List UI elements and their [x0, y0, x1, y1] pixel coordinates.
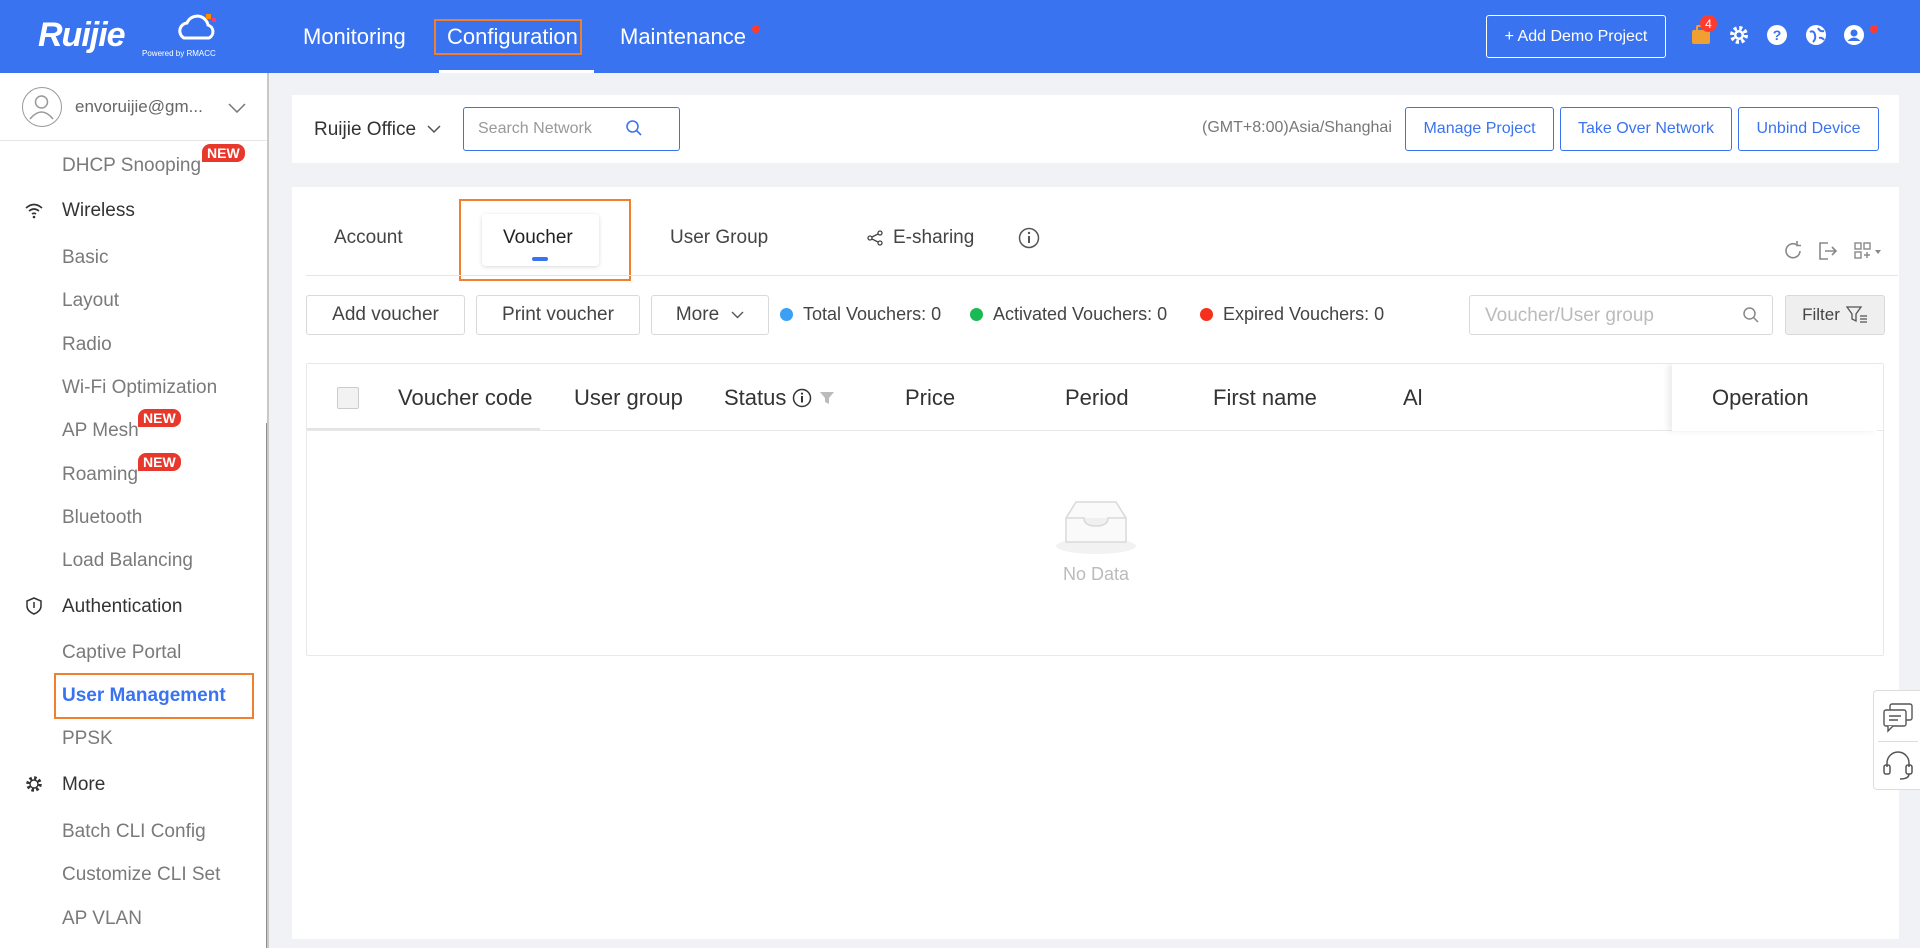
sidebar-group-more[interactable]: More	[62, 774, 105, 796]
timezone-label: (GMT+8:00)Asia/Shanghai	[1202, 119, 1392, 136]
sidebar-item-ap-mesh[interactable]: AP Mesh	[62, 420, 139, 442]
print-voucher-button[interactable]: Print voucher	[476, 295, 640, 335]
sidebar-item-ap-vlan[interactable]: AP VLAN	[62, 908, 142, 930]
sidebar-item-wifi-optimization[interactable]: Wi-Fi Optimization	[62, 377, 217, 399]
tab-e-sharing[interactable]: E-sharing	[867, 227, 974, 249]
more-dropdown-button[interactable]: More	[651, 295, 769, 335]
language-globe-icon[interactable]	[1804, 23, 1828, 47]
customer-support-headset-icon[interactable]	[1882, 749, 1914, 781]
main-panel: Account Voucher User Group E-sharing Add…	[292, 187, 1899, 939]
project-selector[interactable]: Ruijie Office	[314, 119, 441, 141]
voucher-search-input[interactable]: Voucher/User group	[1469, 295, 1773, 335]
sidebar-item-radio[interactable]: Radio	[62, 334, 112, 356]
tabs-divider	[306, 275, 1898, 276]
table-header: Voucher code User group Status Price Per…	[307, 364, 1883, 431]
avatar	[22, 87, 62, 127]
refresh-icon[interactable]	[1782, 240, 1804, 262]
maintenance-alert-dot	[752, 25, 760, 33]
status-filter-icon[interactable]	[819, 390, 835, 406]
sidebar-scrollbar[interactable]	[266, 423, 267, 948]
nav-configuration[interactable]: Configuration	[439, 0, 594, 73]
sidebar-item-user-management[interactable]: User Management	[62, 685, 226, 707]
sidebar: envoruijie@gm... DHCP Snooping NEW Wirel…	[0, 73, 269, 948]
shield-icon	[26, 597, 42, 615]
sidebar-group-authentication[interactable]: Authentication	[62, 596, 182, 618]
project-bar: Ruijie Office Search Network (GMT+8:00)A…	[292, 95, 1899, 163]
activated-vouchers-stat: Activated Vouchers: 0	[970, 304, 1167, 325]
share-icon	[867, 230, 883, 246]
column-period[interactable]: Period	[1065, 385, 1129, 411]
wifi-icon	[25, 203, 43, 219]
sidebar-item-bluetooth[interactable]: Bluetooth	[62, 507, 142, 529]
column-first-name[interactable]: First name	[1213, 385, 1317, 411]
notification-badge: 4	[1700, 15, 1717, 32]
nav-maintenance[interactable]: Maintenance	[620, 0, 746, 73]
cloud-logo-icon	[178, 14, 216, 40]
help-icon[interactable]: ?	[1765, 23, 1789, 47]
sidebar-item-batch-cli-config[interactable]: Batch CLI Config	[62, 821, 206, 843]
operation-column-header: Operation	[1672, 364, 1877, 431]
ruijie-logo[interactable]: Ruijie Powered by RMACC	[38, 12, 218, 62]
tab-voucher[interactable]: Voucher	[503, 227, 573, 249]
take-over-network-button[interactable]: Take Over Network	[1560, 107, 1732, 151]
manage-project-button[interactable]: Manage Project	[1405, 107, 1554, 151]
empty-inbox-icon	[1056, 501, 1136, 554]
new-tag: NEW	[138, 453, 181, 471]
sidebar-item-load-balancing[interactable]: Load Balancing	[62, 550, 193, 572]
sidebar-item-dhcp-snooping[interactable]: DHCP Snooping	[62, 155, 201, 177]
feedback-chat-icon[interactable]	[1882, 701, 1914, 733]
export-icon[interactable]	[1816, 240, 1838, 262]
column-price[interactable]: Price	[905, 385, 955, 411]
user-account-icon[interactable]	[1842, 23, 1866, 47]
search-network-input[interactable]: Search Network	[463, 107, 680, 151]
chevron-down-icon[interactable]	[228, 103, 246, 113]
chevron-down-icon	[731, 311, 744, 319]
svg-text:?: ?	[1773, 27, 1782, 43]
settings-gear-icon[interactable]	[1727, 23, 1751, 47]
scroll-shadow	[307, 428, 540, 430]
column-user-group[interactable]: User group	[574, 385, 683, 411]
sidebar-item-roaming[interactable]: Roaming	[62, 464, 138, 486]
total-vouchers-stat: Total Vouchers: 0	[780, 304, 941, 325]
sidebar-item-layout[interactable]: Layout	[62, 290, 119, 312]
panel-divider	[1878, 741, 1918, 742]
user-account-row[interactable]: envoruijie@gm...	[0, 73, 267, 141]
chevron-down-icon	[427, 125, 441, 134]
sidebar-group-wireless[interactable]: Wireless	[62, 200, 135, 222]
sidebar-item-basic[interactable]: Basic	[62, 247, 108, 269]
top-bar: Ruijie Powered by RMACC Monitoring Confi…	[0, 0, 1920, 73]
filter-button[interactable]: Filter	[1785, 295, 1885, 335]
floating-help-panel	[1873, 690, 1920, 790]
info-icon[interactable]	[792, 388, 812, 408]
tab-account[interactable]: Account	[334, 227, 403, 249]
expired-vouchers-stat: Expired Vouchers: 0	[1200, 304, 1384, 325]
sidebar-item-customize-cli-set[interactable]: Customize CLI Set	[62, 864, 220, 886]
add-demo-project-button[interactable]: + Add Demo Project	[1486, 15, 1666, 58]
nav-monitoring[interactable]: Monitoring	[303, 0, 406, 73]
new-tag: NEW	[138, 409, 181, 427]
info-icon[interactable]	[1018, 227, 1040, 249]
new-tag: NEW	[202, 144, 245, 162]
sidebar-item-captive-portal[interactable]: Captive Portal	[62, 642, 181, 664]
account-alert-dot	[1870, 25, 1878, 33]
search-icon	[626, 120, 642, 136]
column-voucher-code[interactable]: Voucher code	[398, 385, 533, 411]
user-email: envoruijie@gm...	[75, 97, 203, 116]
voucher-table: Voucher code User group Status Price Per…	[306, 363, 1884, 656]
unbind-device-button[interactable]: Unbind Device	[1738, 107, 1879, 151]
tab-active-indicator	[532, 257, 548, 261]
no-data-text: No Data	[1062, 564, 1130, 584]
filter-icon	[1845, 306, 1867, 323]
tab-user-group[interactable]: User Group	[670, 227, 768, 249]
column-status[interactable]: Status	[724, 385, 812, 411]
gear-icon	[26, 776, 42, 792]
select-all-checkbox[interactable]	[337, 387, 359, 409]
search-icon	[1743, 307, 1759, 323]
column-settings-icon[interactable]	[1853, 240, 1885, 262]
sidebar-item-ppsk[interactable]: PPSK	[62, 728, 113, 750]
column-al-truncated[interactable]: Al	[1403, 385, 1423, 411]
add-voucher-button[interactable]: Add voucher	[306, 295, 465, 335]
column-operation: Operation	[1712, 385, 1809, 410]
